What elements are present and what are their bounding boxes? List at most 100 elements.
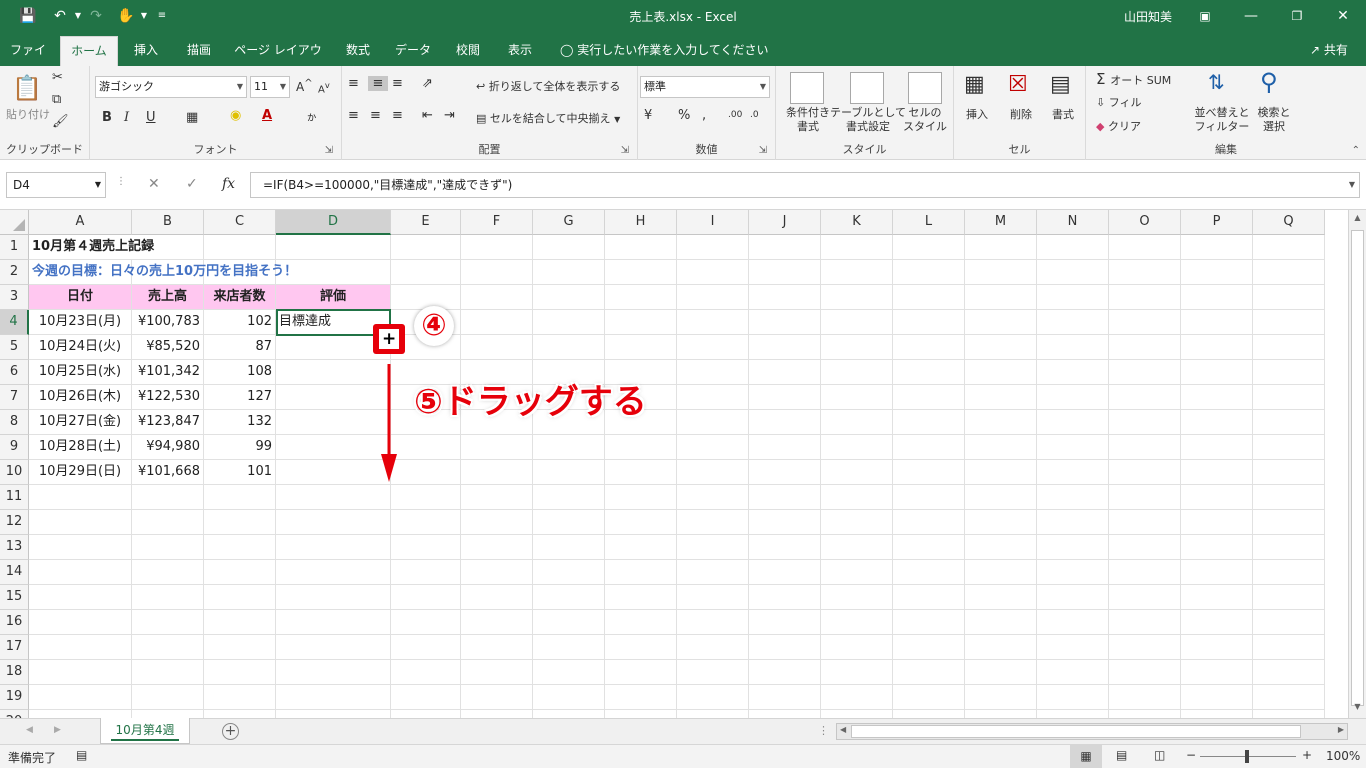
cell-f9[interactable] [461, 435, 533, 460]
cell-a11[interactable] [29, 485, 132, 510]
cell-g15[interactable] [533, 585, 605, 610]
font-color-icon[interactable]: A [262, 108, 272, 123]
cell-o16[interactable] [1109, 610, 1181, 635]
cell-l19[interactable] [893, 685, 965, 710]
cut-icon[interactable]: ✂ [52, 70, 63, 85]
worksheet-grid[interactable]: ABCDEFGHIJKLMNOPQ 1 2 3 4 5 6 7 8 9 10 11 12 13 14 15 1… [0, 210, 1348, 718]
copy-icon[interactable]: ⧉ [52, 92, 61, 107]
cell-c11[interactable] [204, 485, 276, 510]
cell-m7[interactable] [965, 385, 1037, 410]
cell-e2[interactable] [391, 260, 461, 285]
cell-l10[interactable] [893, 460, 965, 485]
scroll-up-icon[interactable]: ▲ [1349, 213, 1366, 227]
column-header-j[interactable]: J [749, 210, 821, 235]
cell-b12[interactable] [132, 510, 204, 535]
cell-e11[interactable] [391, 485, 461, 510]
find-select-icon[interactable]: ⚲ [1260, 68, 1278, 96]
prev-sheet-icon[interactable]: ◀ [26, 725, 33, 735]
cell-b15[interactable] [132, 585, 204, 610]
cell-c4[interactable]: 102 [204, 310, 276, 335]
cell-h5[interactable] [605, 335, 677, 360]
cell-f18[interactable] [461, 660, 533, 685]
cell-f20[interactable] [461, 710, 533, 718]
row-header-14[interactable]: 14 [0, 560, 29, 585]
cell-k19[interactable] [821, 685, 893, 710]
cell-m19[interactable] [965, 685, 1037, 710]
cell-g5[interactable] [533, 335, 605, 360]
cell-l9[interactable] [893, 435, 965, 460]
row-header-13[interactable]: 13 [0, 535, 29, 560]
cell-o11[interactable] [1109, 485, 1181, 510]
cell-j18[interactable] [749, 660, 821, 685]
cell-i8[interactable] [677, 410, 749, 435]
cell-h19[interactable] [605, 685, 677, 710]
tab-review[interactable]: 校閲 [448, 36, 488, 66]
cell-m13[interactable] [965, 535, 1037, 560]
cell-d19[interactable] [276, 685, 391, 710]
align-top-icon[interactable]: ≡ [348, 76, 359, 91]
font-name-select[interactable]: 游ゴシック ▼ [95, 76, 247, 98]
tab-draw[interactable]: 描画 [178, 36, 220, 66]
cell-i1[interactable] [677, 235, 749, 260]
cell-b17[interactable] [132, 635, 204, 660]
cell-i9[interactable] [677, 435, 749, 460]
font-size-select[interactable]: 11 ▼ [250, 76, 290, 98]
cell-h4[interactable] [605, 310, 677, 335]
insert-function-icon[interactable]: fx [222, 176, 235, 192]
cell-q20[interactable] [1253, 710, 1325, 718]
cell-f14[interactable] [461, 560, 533, 585]
cell-k16[interactable] [821, 610, 893, 635]
cell-m14[interactable] [965, 560, 1037, 585]
cell-e18[interactable] [391, 660, 461, 685]
horizontal-scrollbar[interactable]: ◀ ▶ [836, 723, 1348, 740]
cell-g4[interactable] [533, 310, 605, 335]
clear-button[interactable]: ◆ クリア [1096, 120, 1141, 134]
cell-g19[interactable] [533, 685, 605, 710]
cell-m20[interactable] [965, 710, 1037, 718]
cell-d9[interactable] [276, 435, 391, 460]
cell-h13[interactable] [605, 535, 677, 560]
cell-l2[interactable] [893, 260, 965, 285]
cell-a19[interactable] [29, 685, 132, 710]
cell-o19[interactable] [1109, 685, 1181, 710]
tab-data[interactable]: データ [390, 36, 436, 66]
cell-j17[interactable] [749, 635, 821, 660]
cell-e15[interactable] [391, 585, 461, 610]
cell-n5[interactable] [1037, 335, 1109, 360]
cell-n2[interactable] [1037, 260, 1109, 285]
cell-b13[interactable] [132, 535, 204, 560]
cell-a15[interactable] [29, 585, 132, 610]
cell-p1[interactable] [1181, 235, 1253, 260]
cell-h2[interactable] [605, 260, 677, 285]
tab-formulas[interactable]: 数式 [338, 36, 378, 66]
cell-l17[interactable] [893, 635, 965, 660]
column-header-g[interactable]: G [533, 210, 605, 235]
cell-o8[interactable] [1109, 410, 1181, 435]
tab-page-layout[interactable]: ページ レイアウト [230, 36, 326, 85]
cell-h20[interactable] [605, 710, 677, 718]
cell-f4[interactable] [461, 310, 533, 335]
column-header-k[interactable]: K [821, 210, 893, 235]
cell-m9[interactable] [965, 435, 1037, 460]
cell-p8[interactable] [1181, 410, 1253, 435]
zoom-out-icon[interactable]: − [1186, 748, 1196, 762]
cell-o2[interactable] [1109, 260, 1181, 285]
cell-e10[interactable] [391, 460, 461, 485]
cell-f10[interactable] [461, 460, 533, 485]
cell-o7[interactable] [1109, 385, 1181, 410]
cell-c1[interactable] [204, 235, 276, 260]
cell-n18[interactable] [1037, 660, 1109, 685]
enter-icon[interactable]: ✓ [186, 176, 198, 192]
cell-j3[interactable] [749, 285, 821, 310]
cell-p6[interactable] [1181, 360, 1253, 385]
cell-a7[interactable]: 10月26日(木) [29, 385, 132, 410]
cell-i11[interactable] [677, 485, 749, 510]
cell-h15[interactable] [605, 585, 677, 610]
column-header-e[interactable]: E [391, 210, 461, 235]
cell-j2[interactable] [749, 260, 821, 285]
currency-icon[interactable]: ¥ [644, 108, 652, 123]
cell-j16[interactable] [749, 610, 821, 635]
row-header-16[interactable]: 16 [0, 610, 29, 635]
cell-j5[interactable] [749, 335, 821, 360]
cell-c19[interactable] [204, 685, 276, 710]
